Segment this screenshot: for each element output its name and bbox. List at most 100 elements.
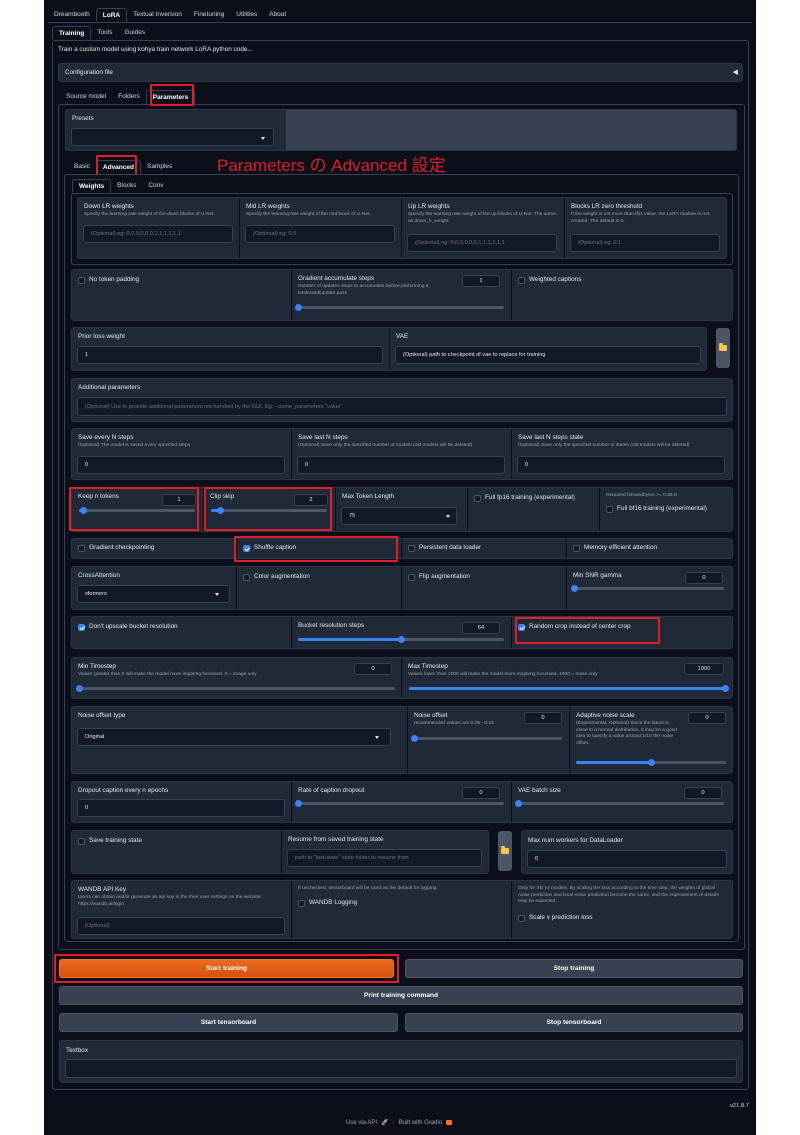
prior-vae-row: Prior loss weight 1 VAE (Optional) path … <box>71 327 707 371</box>
tab-textual-inversion[interactable]: Textual Inversion <box>127 8 188 22</box>
bucket-steps-input[interactable]: 64 <box>462 622 500 634</box>
tab-lora[interactable]: LoRA <box>95 8 128 22</box>
mem-eff-checkbox[interactable] <box>573 545 580 552</box>
grad-accum-slider[interactable] <box>294 304 504 311</box>
noise-offset-slider[interactable] <box>410 735 562 742</box>
sub-tab-bar: Training Tools Guides <box>52 26 151 40</box>
down-lr-input[interactable]: (Optional) eg: 0,0,0,0,0,0,1,1,1,1,1,1 <box>83 225 233 243</box>
max-token-dropdown[interactable]: 75 <box>341 507 457 525</box>
no-upscale-checkbox[interactable] <box>78 624 85 631</box>
min-timestep-input[interactable]: 0 <box>354 663 392 675</box>
textbox-output[interactable] <box>65 1059 737 1078</box>
collapse-arrow-icon[interactable]: ◀ <box>733 68 738 76</box>
bnb-note: Required bitsandbytes >= 0.36.0 <box>606 493 677 498</box>
caption-dropout-slider[interactable] <box>294 800 504 807</box>
max-workers-input[interactable]: 0 <box>527 850 727 868</box>
vpred-note: Only for SD v2 models. By scaling the lo… <box>518 886 719 904</box>
mem-eff-cell: Memory efficient attention <box>567 539 733 558</box>
color-aug-label: Color augmentation <box>254 573 310 580</box>
tab-dreambooth[interactable]: Dreambooth <box>48 8 96 22</box>
persistent-checkbox[interactable] <box>408 545 415 552</box>
tab-tools[interactable]: Tools <box>91 26 118 40</box>
start-tensorboard-button[interactable]: Start tensorboard <box>59 1013 398 1032</box>
save-every-input[interactable]: 0 <box>77 456 285 474</box>
additional-params-input[interactable]: (Optional) Use to provide additional par… <box>77 397 727 416</box>
min-snr-input[interactable]: 0 <box>685 572 723 584</box>
full-bf16-checkbox[interactable] <box>606 506 613 513</box>
bucket-steps-slider[interactable] <box>298 636 504 643</box>
save-state-checkbox[interactable] <box>78 838 85 845</box>
save-every-cell: Save every N steps (Optional) The model … <box>72 429 292 479</box>
wandb-logging-label: WANDB Logging <box>309 899 358 906</box>
stop-tensorboard-button[interactable]: Stop tensorboard <box>405 1013 743 1032</box>
save-last-input[interactable]: 0 <box>297 456 505 474</box>
blocks-zero-input[interactable]: (Optional) eg: 0.1 <box>570 234 720 252</box>
cross-attn-dropdown[interactable]: xformers <box>77 585 230 603</box>
tab-source-model[interactable]: Source model <box>60 90 112 104</box>
dropout-every-input[interactable]: 0 <box>77 799 285 817</box>
tab-folders[interactable]: Folders <box>112 90 146 104</box>
tab-training[interactable]: Training <box>52 26 92 40</box>
stop-training-button[interactable]: Stop training <box>405 959 743 978</box>
max-workers-label: Max num workers for DataLoader <box>528 837 623 844</box>
tab-blocks[interactable]: Blocks <box>111 179 142 193</box>
save-last-label: Save last N steps <box>298 434 348 441</box>
tab-weights[interactable]: Weights <box>72 179 112 193</box>
wandb-logging-checkbox[interactable] <box>298 900 305 907</box>
tab-conv[interactable]: Conv <box>142 179 169 193</box>
print-command-button[interactable]: Print training command <box>59 986 743 1005</box>
adaptive-noise-slider[interactable] <box>576 759 726 766</box>
tab-guides[interactable]: Guides <box>118 26 151 40</box>
blocks-zero-cell: Blocks LR zero threshold If the weight i… <box>565 198 727 258</box>
max-timestep-cell: Max Timestep Values lower than 1000 will… <box>402 658 733 698</box>
built-with-gradio-link[interactable]: Built with Gradio <box>399 1120 443 1126</box>
full-bf16-cell: Required bitsandbytes >= 0.36.0 Full bf1… <box>600 488 733 531</box>
noise-type-dropdown[interactable]: Original <box>77 728 391 746</box>
resume-folder-button[interactable] <box>498 831 512 871</box>
mid-lr-input[interactable]: (Optional) eg: 0.5 <box>245 225 395 243</box>
caption-dropout-input[interactable]: 0 <box>462 787 500 799</box>
tab-about[interactable]: About <box>263 8 292 22</box>
weighted-captions-checkbox[interactable] <box>518 277 525 284</box>
presets-dropdown[interactable] <box>71 128 274 146</box>
tab-finetuning[interactable]: Finetuning <box>188 8 230 22</box>
vae-input[interactable]: (Optional) path to checkpoint of vae to … <box>395 346 701 364</box>
no-token-padding-checkbox[interactable] <box>78 277 85 284</box>
resume-input[interactable]: path to "last-state" state folder to res… <box>287 849 482 867</box>
vae-folder-button[interactable] <box>716 328 730 368</box>
max-timestep-slider[interactable] <box>409 685 729 692</box>
color-aug-checkbox[interactable] <box>243 574 250 581</box>
noise-offset-cell: Noise offset recommended values are 0.05… <box>408 707 570 773</box>
adaptive-noise-input[interactable]: 0 <box>688 712 726 724</box>
vae-batch-slider[interactable] <box>514 800 724 807</box>
full-fp16-checkbox[interactable] <box>474 495 481 502</box>
noise-offset-input[interactable]: 0 <box>524 712 562 724</box>
vpred-label: Scale v prediction loss <box>529 914 593 921</box>
max-timestep-input[interactable]: 1000 <box>684 663 724 675</box>
folder-icon <box>501 846 509 854</box>
tab-utilities[interactable]: Utilities <box>230 8 263 22</box>
highlight-keep-tokens <box>69 487 199 531</box>
prior-loss-cell: Prior loss weight 1 <box>72 328 390 370</box>
additional-params-label: Additional parameters <box>78 384 141 391</box>
use-via-api-link[interactable]: Use via API <box>346 1120 377 1126</box>
min-timestep-slider[interactable] <box>75 685 395 692</box>
grad-ckpt-checkbox[interactable] <box>78 545 85 552</box>
tab-samples[interactable]: Samples <box>141 160 178 174</box>
prior-loss-input[interactable]: 1 <box>77 346 383 364</box>
min-snr-slider[interactable] <box>570 585 724 592</box>
save-last-cell: Save last N steps (Optional) Save only t… <box>292 429 512 479</box>
flip-aug-checkbox[interactable] <box>408 574 415 581</box>
wandb-key-input[interactable]: (Optional) <box>77 917 285 935</box>
highlight-start-training <box>54 954 399 983</box>
vpred-checkbox[interactable] <box>518 915 525 922</box>
grad-accum-input[interactable]: 1 <box>462 275 500 287</box>
wandb-logging-cell: If unchecked, tensorboard will be used a… <box>292 881 512 938</box>
tab-basic[interactable]: Basic <box>68 160 96 174</box>
config-file-accordion[interactable]: Configuration file ◀ <box>58 63 743 82</box>
save-last-state-input[interactable]: 0 <box>517 456 725 474</box>
noise-type-cell: Noise offset type Original <box>72 707 408 773</box>
save-every-hint: (Optional) The model is saved every spec… <box>78 443 191 448</box>
up-lr-input[interactable]: (Optional) eg: 0,0,0,0,0,0,1,1,1,1,1,1 <box>407 234 557 252</box>
vae-batch-input[interactable]: 0 <box>684 787 722 799</box>
